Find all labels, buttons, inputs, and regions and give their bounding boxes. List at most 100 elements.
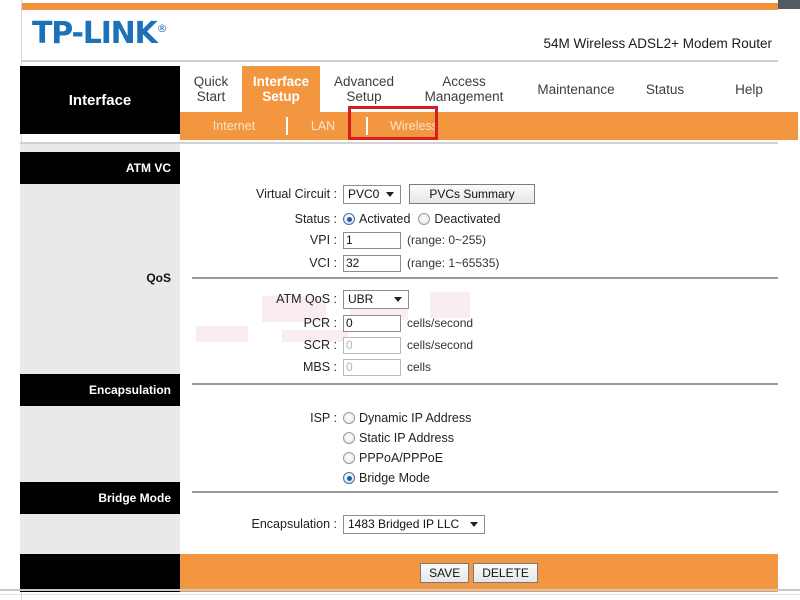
isp-radio-pppoa-pppoe[interactable]: PPPoA/PPPoE xyxy=(343,451,443,465)
vpi-hint: (range: 0~255) xyxy=(407,233,486,247)
subtab-divider-1 xyxy=(286,117,288,135)
footer-left-block xyxy=(20,554,180,592)
radio-dot-icon xyxy=(343,452,355,464)
main-tab-bar: QuickStart InterfaceSetup AdvancedSetup … xyxy=(180,66,778,112)
pvcs-summary-button[interactable]: PVCs Summary xyxy=(409,184,535,204)
save-button[interactable]: SAVE xyxy=(420,563,469,583)
divider-encapsulation xyxy=(192,383,778,385)
sidebar-background xyxy=(20,144,180,592)
scr-unit: cells/second xyxy=(407,338,473,352)
chevron-down-icon xyxy=(394,297,402,302)
section-header-atm-vc: ATM VC xyxy=(20,152,180,184)
row-vci: VCI : (range: 1~65535) xyxy=(180,252,499,274)
page-title: Interface xyxy=(20,66,180,134)
chevron-down-icon xyxy=(470,522,478,527)
isp-bridge-mode-label: Bridge Mode xyxy=(359,471,430,485)
row-virtual-circuit: Virtual Circuit : PVC0 PVCs Summary xyxy=(180,183,535,205)
tab-access-management[interactable]: AccessManagement xyxy=(408,66,520,112)
virtual-circuit-select[interactable]: PVC0 xyxy=(343,185,401,204)
vci-hint: (range: 1~65535) xyxy=(407,256,499,270)
tab-status-label: Status xyxy=(646,82,684,97)
status-label: Status : xyxy=(180,212,343,226)
delete-button[interactable]: DELETE xyxy=(473,563,538,583)
status-radio-deactivated[interactable]: Deactivated xyxy=(418,212,500,226)
left-gutter xyxy=(0,0,22,600)
pcr-unit: cells/second xyxy=(407,316,473,330)
row-status: Status : Activated Deactivated xyxy=(180,208,508,230)
radio-dot-icon xyxy=(343,432,355,444)
tab-help[interactable]: Help xyxy=(720,66,778,112)
isp-dynamic-ip-label: Dynamic IP Address xyxy=(359,411,471,425)
pcr-input[interactable] xyxy=(343,315,401,332)
atm-qos-label: ATM QoS : xyxy=(180,292,343,306)
isp-pppoa-pppoe-label: PPPoA/PPPoE xyxy=(359,451,443,465)
navigation: Interface QuickStart InterfaceSetup Adva… xyxy=(20,66,778,140)
row-isp-static: Static IP Address xyxy=(180,427,462,449)
isp-radio-dynamic-ip[interactable]: Dynamic IP Address xyxy=(343,411,471,425)
divider-bridge-mode xyxy=(192,491,778,493)
atm-qos-select[interactable]: UBR xyxy=(343,290,409,309)
encapsulation-label: Encapsulation : xyxy=(180,517,343,531)
brand-header: TP-LINK® 54M Wireless ADSL2+ Modem Route… xyxy=(22,10,778,62)
tab-quick-start[interactable]: QuickStart xyxy=(180,66,242,112)
isp-radio-bridge-mode[interactable]: Bridge Mode xyxy=(343,471,430,485)
pcr-label: PCR : xyxy=(180,316,343,330)
vci-input[interactable] xyxy=(343,255,401,272)
section-header-encapsulation: Encapsulation xyxy=(20,374,180,406)
mbs-label: MBS : xyxy=(180,360,343,374)
row-isp: ISP : Dynamic IP Address xyxy=(180,407,479,429)
tab-maintenance-label: Maintenance xyxy=(537,82,614,97)
logo-text: TP-LINK xyxy=(32,16,157,51)
model-name: 54M Wireless ADSL2+ Modem Router xyxy=(544,36,772,51)
status-deactivated-label: Deactivated xyxy=(434,212,500,226)
top-accent-bar xyxy=(22,3,778,10)
row-isp-bridge: Bridge Mode xyxy=(180,467,438,489)
row-pcr: PCR : cells/second xyxy=(180,312,473,334)
row-vpi: VPI : (range: 0~255) xyxy=(180,229,486,251)
bottom-rail xyxy=(0,589,800,591)
vci-label: VCI : xyxy=(180,256,343,270)
virtual-circuit-label: Virtual Circuit : xyxy=(180,187,343,201)
section-header-qos: QoS xyxy=(20,268,180,288)
scr-input[interactable] xyxy=(343,337,401,354)
radio-dot-icon xyxy=(343,472,355,484)
radio-dot-icon xyxy=(343,213,355,225)
status-radio-activated[interactable]: Activated xyxy=(343,212,410,226)
chevron-down-icon xyxy=(386,192,394,197)
row-isp-pppoa: PPPoA/PPPoE xyxy=(180,447,451,469)
subtab-internet[interactable]: Internet xyxy=(194,112,274,140)
sub-tab-bar: Internet LAN Wireless xyxy=(180,112,798,140)
tab-maintenance[interactable]: Maintenance xyxy=(524,66,628,112)
bottom-rail2 xyxy=(0,594,800,595)
tab-status[interactable]: Status xyxy=(632,66,698,112)
tab-help-label: Help xyxy=(735,82,763,97)
vpi-label: VPI : xyxy=(180,233,343,247)
atm-qos-value: UBR xyxy=(348,292,373,306)
section-header-bridge-mode: Bridge Mode xyxy=(20,482,180,514)
tab-interface-setup[interactable]: InterfaceSetup xyxy=(242,66,320,112)
radio-dot-icon xyxy=(418,213,430,225)
vpi-input[interactable] xyxy=(343,232,401,249)
encapsulation-value: 1483 Bridged IP LLC xyxy=(348,517,459,531)
status-activated-label: Activated xyxy=(359,212,410,226)
divider-qos xyxy=(192,277,778,279)
isp-static-ip-label: Static IP Address xyxy=(359,431,454,445)
isp-radio-static-ip[interactable]: Static IP Address xyxy=(343,431,454,445)
tab-access-management-label: AccessManagement xyxy=(425,74,504,104)
row-encapsulation: Encapsulation : 1483 Bridged IP LLC xyxy=(180,513,485,535)
mbs-input[interactable] xyxy=(343,359,401,376)
router-admin-page: TP-LINK® 54M Wireless ADSL2+ Modem Route… xyxy=(0,0,800,600)
tab-advanced-setup-label: AdvancedSetup xyxy=(334,74,394,104)
encapsulation-select[interactable]: 1483 Bridged IP LLC xyxy=(343,515,485,534)
virtual-circuit-value: PVC0 xyxy=(348,187,379,201)
tab-quick-start-label: QuickStart xyxy=(194,74,229,104)
tab-advanced-setup[interactable]: AdvancedSetup xyxy=(320,66,408,112)
subtab-wireless[interactable]: Wireless xyxy=(372,112,456,140)
tab-interface-setup-label: InterfaceSetup xyxy=(253,74,309,104)
radio-dot-icon xyxy=(343,412,355,424)
registered-mark-icon: ® xyxy=(157,22,168,35)
row-scr: SCR : cells/second xyxy=(180,334,473,356)
subtab-lan[interactable]: LAN xyxy=(292,112,354,140)
row-atm-qos: ATM QoS : UBR xyxy=(180,288,409,310)
subtab-divider-2 xyxy=(366,117,368,135)
